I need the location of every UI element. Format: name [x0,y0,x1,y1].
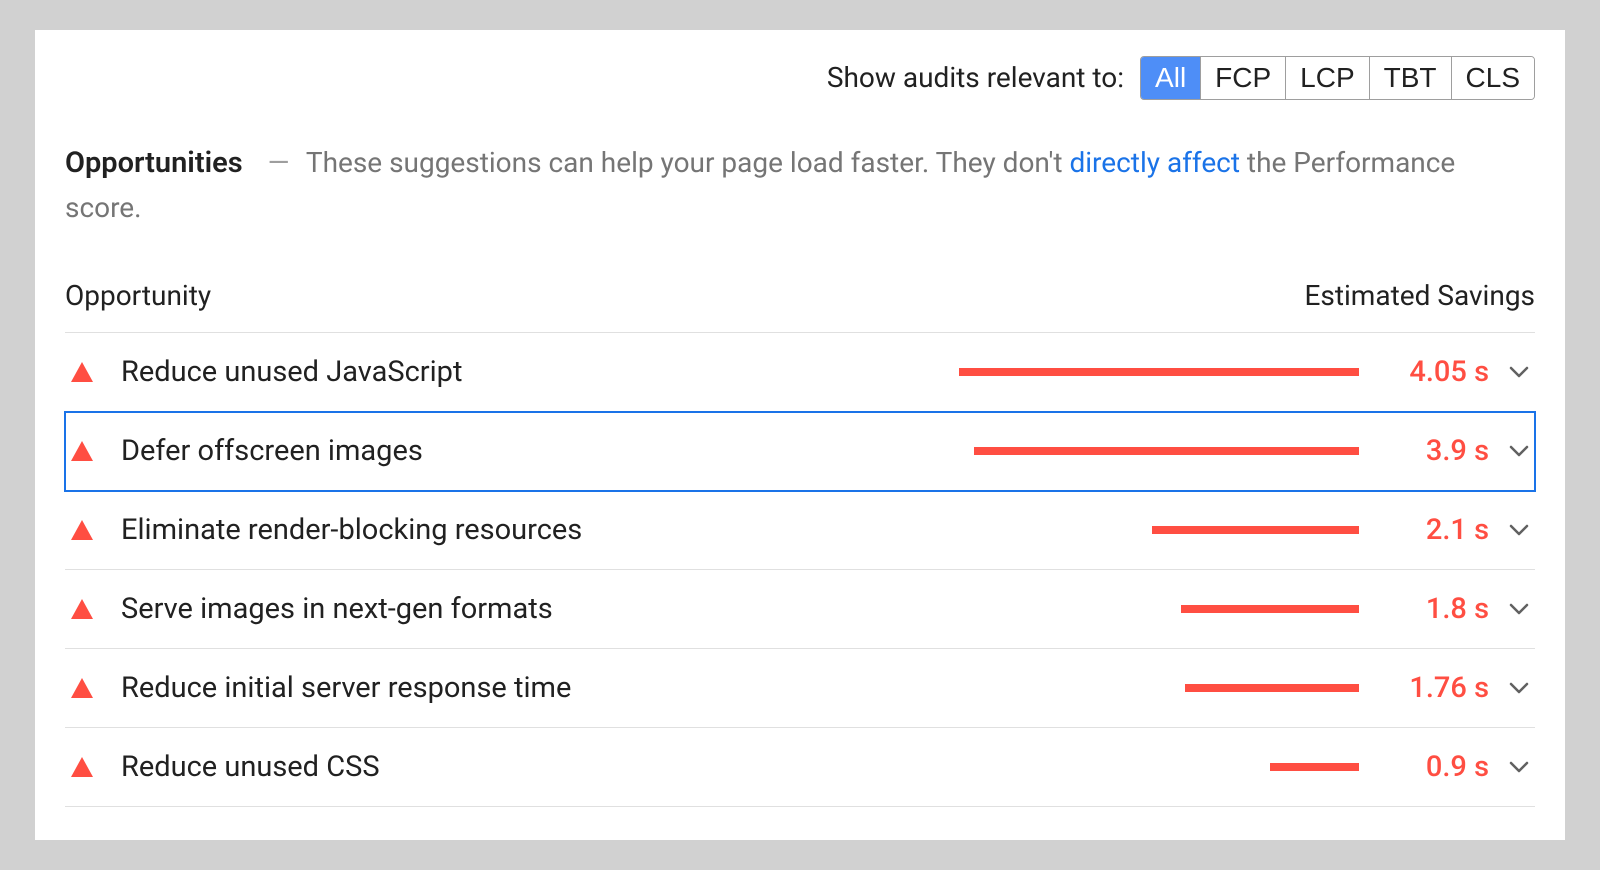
savings-bar [1185,684,1359,692]
opportunities-description: Opportunities — These suggestions can he… [65,140,1535,231]
opportunities-panel: Show audits relevant to: AllFCPLCPTBTCLS… [35,30,1565,840]
savings-bar [1270,763,1359,771]
savings-value: 4.05 s [1379,355,1489,389]
col-header-savings: Estimated Savings [1304,279,1535,312]
filter-btn-lcp[interactable]: LCP [1286,57,1369,99]
opportunity-label: Serve images in next-gen formats [121,592,959,626]
fail-triangle-icon [71,599,93,619]
opportunity-row[interactable]: Defer offscreen images 3.9 s [65,412,1535,491]
savings-value: 3.9 s [1379,434,1489,468]
savings-bar [1181,605,1359,613]
chevron-down-icon[interactable] [1495,761,1529,773]
fail-triangle-icon [71,441,93,461]
filter-btn-cls[interactable]: CLS [1452,57,1534,99]
opportunity-label: Reduce unused JavaScript [121,355,959,389]
fail-triangle-icon [71,678,93,698]
opportunities-desc-before: These suggestions can help your page loa… [306,146,1070,179]
opportunity-row[interactable]: Reduce unused JavaScript 4.05 s [65,333,1535,412]
savings-value: 0.9 s [1379,750,1489,784]
savings-bar [974,447,1359,455]
chevron-down-icon[interactable] [1495,682,1529,694]
audit-filter-row: Show audits relevant to: AllFCPLCPTBTCLS [65,30,1535,100]
chevron-down-icon[interactable] [1495,603,1529,615]
opportunity-row[interactable]: Reduce initial server response time 1.76 … [65,649,1535,728]
savings-bar-cell [959,763,1359,771]
savings-bar-cell [959,368,1359,376]
chevron-down-icon[interactable] [1495,366,1529,378]
directly-affect-link[interactable]: directly affect [1069,146,1240,179]
filter-btn-all[interactable]: All [1141,57,1201,99]
col-header-opportunity: Opportunity [65,279,211,312]
savings-value: 1.76 s [1379,671,1489,705]
opportunities-table-header: Opportunity Estimated Savings [65,279,1535,333]
savings-bar-cell [959,684,1359,692]
opportunity-label: Eliminate render-blocking resources [121,513,959,547]
separator-dash: — [268,146,290,179]
audit-filter-group: AllFCPLCPTBTCLS [1140,56,1535,100]
opportunities-heading: Opportunities [65,146,243,180]
fail-triangle-icon [71,757,93,777]
chevron-down-icon[interactable] [1495,524,1529,536]
filter-btn-tbt[interactable]: TBT [1370,57,1452,99]
savings-value: 1.8 s [1379,592,1489,626]
filter-btn-fcp[interactable]: FCP [1201,57,1286,99]
fail-triangle-icon [71,520,93,540]
opportunity-row[interactable]: Eliminate render-blocking resources 2.1 s [65,491,1535,570]
chevron-down-icon[interactable] [1495,445,1529,457]
savings-value: 2.1 s [1379,513,1489,547]
savings-bar-cell [959,605,1359,613]
savings-bar-cell [959,447,1359,455]
savings-bar [1152,526,1359,534]
savings-bar [959,368,1359,376]
opportunity-label: Reduce initial server response time [121,671,959,705]
audit-filter-label: Show audits relevant to: [827,61,1124,94]
opportunity-row[interactable]: Reduce unused CSS 0.9 s [65,728,1535,807]
opportunity-label: Reduce unused CSS [121,750,959,784]
opportunity-row[interactable]: Serve images in next-gen formats 1.8 s [65,570,1535,649]
savings-bar-cell [959,526,1359,534]
opportunity-label: Defer offscreen images [121,434,959,468]
fail-triangle-icon [71,362,93,382]
opportunities-list: Reduce unused JavaScript 4.05 s Defer offs… [65,333,1535,807]
